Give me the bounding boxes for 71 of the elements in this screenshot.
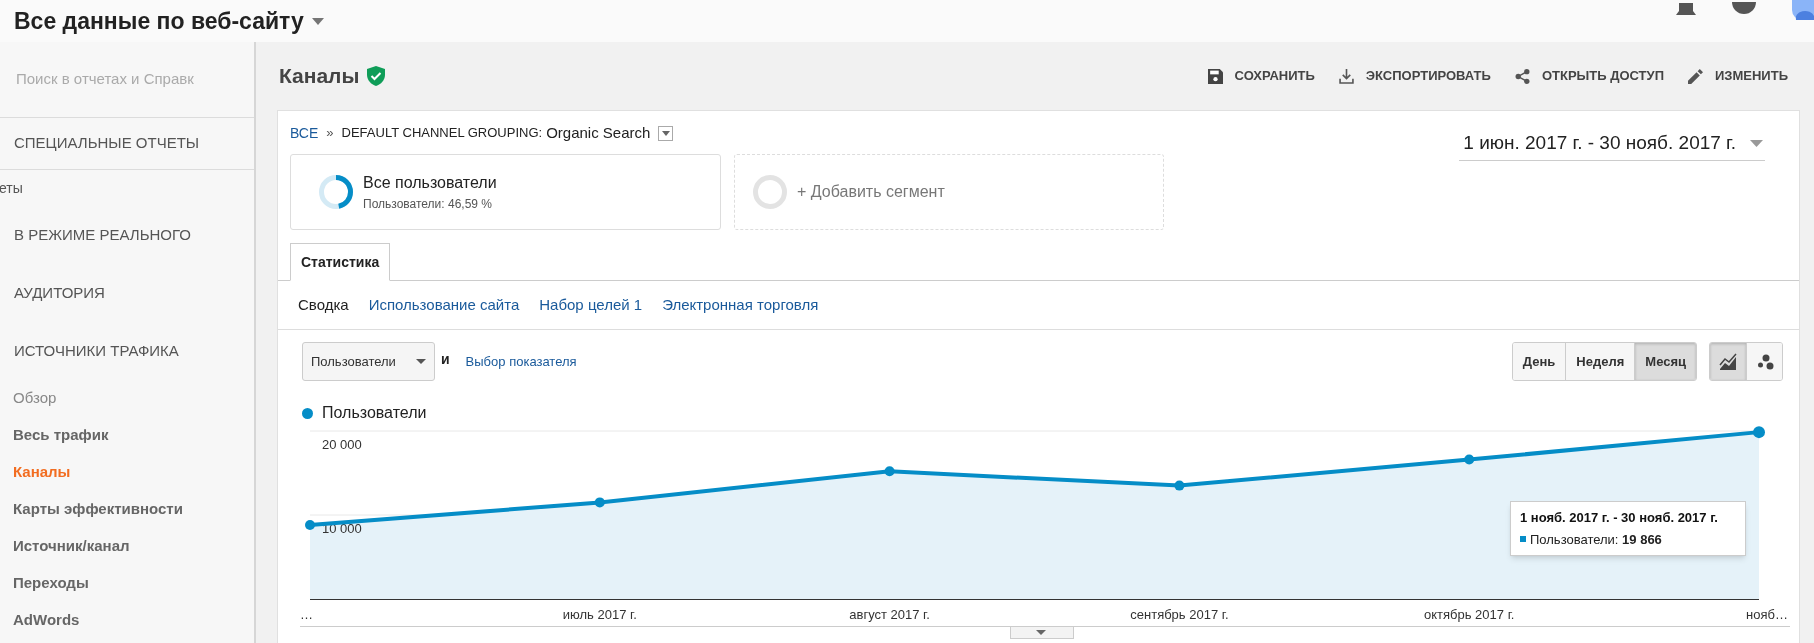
nav-link[interactable]: Переходы (13, 572, 89, 595)
verified-shield-icon (367, 66, 386, 86)
data-point[interactable] (1464, 454, 1475, 465)
caret-icon[interactable] (311, 17, 324, 25)
x-axis-label: … (300, 607, 313, 622)
nav-link[interactable]: Весь трафик (13, 424, 109, 447)
share-icon (1514, 68, 1530, 84)
download-icon (1338, 68, 1354, 84)
date-range-picker[interactable]: 1 июн. 2017 г. - 30 нояб. 2017 г. (1459, 127, 1765, 161)
x-axis-label: август 2017 г. (849, 607, 930, 622)
tooltip-value: Пользователи: 19 866 (1530, 530, 1662, 549)
subtab-link[interactable]: Электронная торговля (662, 293, 819, 317)
bubbles-icon (1755, 352, 1774, 371)
segment-subtitle: Пользователи: 46,59 % (363, 196, 494, 213)
toolbar-button[interactable]: ЭКСПОРТИРОВАТЬ (1338, 66, 1491, 86)
add-segment-button[interactable]: + Добавить сегмент (734, 154, 1164, 230)
section-label[interactable]: еты (0, 177, 23, 199)
section-header[interactable]: ИСТОЧНИКИ ТРАФИКА (14, 339, 179, 363)
tooltip-title: 1 нояб. 2017 г. - 30 нояб. 2017 г. (1520, 509, 1719, 527)
report-tab[interactable]: Статистика (290, 243, 391, 281)
data-point[interactable] (305, 520, 315, 531)
subtab-link[interactable]: Набор целей 1 (539, 293, 643, 317)
line-chart-icon (1719, 352, 1737, 371)
caret-icon (661, 130, 670, 136)
period-button[interactable]: Неделя (1565, 343, 1635, 380)
toolbar-button[interactable]: ОТКРЫТЬ ДОСТУП (1514, 66, 1664, 86)
subtab-link[interactable]: Сводка (298, 293, 349, 317)
section-header[interactable]: В РЕЖИМЕ РЕАЛЬНОГО (14, 223, 191, 247)
x-axis-label: сентябрь 2017 г. (1130, 607, 1229, 622)
caret-icon (416, 359, 426, 364)
breadcrumb-label: DEFAULT CHANNEL GROUPING: (341, 124, 543, 143)
x-axis-label: октябрь 2017 г. (1424, 607, 1515, 622)
y-axis-label: 20 000 (322, 437, 362, 452)
conjunction-text: и (441, 350, 450, 369)
section-header[interactable]: СПЕЦИАЛЬНЫЕ ОТЧЕТЫ (14, 132, 200, 155)
segment-title: Все пользователи (363, 173, 497, 193)
data-point[interactable] (1753, 426, 1765, 439)
period-button[interactable]: День (1512, 343, 1566, 380)
metric-dropdown[interactable]: Пользователи (302, 342, 435, 381)
data-point[interactable] (1174, 480, 1185, 491)
x-axis-label: нояб… (1746, 607, 1788, 622)
nav-link[interactable]: Источник/канал (13, 535, 130, 558)
expand-handle[interactable] (1010, 626, 1074, 639)
avatar-icon[interactable] (1792, 0, 1814, 20)
dropdown-button[interactable] (658, 125, 674, 141)
nav-link[interactable]: AdWords (13, 609, 80, 632)
chart-type-button[interactable] (1746, 343, 1782, 380)
page-title: Каналы (279, 63, 360, 90)
nav-link[interactable]: Карты эффективности (13, 498, 183, 521)
x-axis-label: июль 2017 г. (562, 607, 637, 622)
toolbar-button[interactable]: ИЗМЕНИТЬ (1688, 66, 1788, 86)
data-point[interactable] (884, 466, 895, 477)
search-field[interactable]: Поиск в отчетах и Справк (16, 68, 248, 91)
breadcrumb-value: Organic Search (546, 122, 651, 143)
breadcrumb-separator: » (326, 124, 334, 143)
empty-donut-icon (753, 175, 787, 209)
legend-label: Пользователи (322, 403, 427, 423)
pencil-icon (1688, 68, 1703, 84)
data-point[interactable] (594, 497, 605, 508)
segment-card[interactable]: Все пользователи Пользователи: 46,59 % (290, 154, 721, 230)
toolbar-button[interactable]: СОХРАНИТЬ (1207, 66, 1315, 86)
chart-type-button[interactable] (1710, 343, 1746, 380)
period-button[interactable]: Месяц (1634, 343, 1696, 380)
caret-icon (1750, 140, 1763, 147)
series-square-icon (1520, 536, 1526, 543)
breadcrumb-link[interactable]: ВСЕ (290, 122, 319, 144)
select-metric-link[interactable]: Выбор показателя (465, 351, 577, 372)
section-header[interactable]: АУДИТОРИЯ (14, 281, 105, 305)
legend-dot-icon (302, 407, 313, 419)
property-title[interactable]: Все данные по веб-сайту (14, 3, 304, 39)
subtab-link[interactable]: Использование сайта (368, 293, 520, 317)
